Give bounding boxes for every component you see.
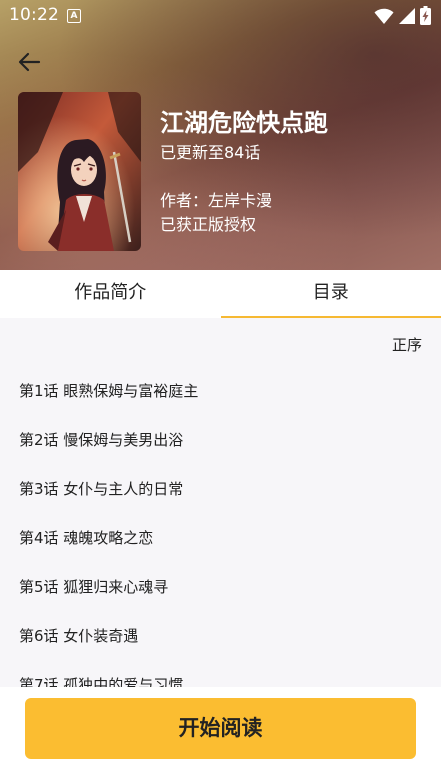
wifi-icon: [374, 8, 394, 24]
back-button[interactable]: [14, 46, 46, 78]
chapter-item[interactable]: 第7话 孤独中的爱与习惯: [0, 661, 441, 687]
cover-illustration: [18, 92, 141, 251]
tab-catalog[interactable]: 目录: [220, 270, 441, 318]
chapter-item[interactable]: 第2话 慢保姆与美男出浴: [0, 416, 441, 465]
chapter-item[interactable]: 第5话 狐狸归来心魂寻: [0, 563, 441, 612]
chapter-item[interactable]: 第3话 女仆与主人的日常: [0, 465, 441, 514]
comic-title: 江湖危险快点跑: [160, 109, 328, 137]
comic-info: 江湖危险快点跑 已更新至84话 作者：左岸卡漫 已获正版授权: [160, 106, 328, 236]
chapter-catalog: 正序 第1话 眼熟保姆与富裕庭主 第2话 慢保姆与美男出浴 第3话 女仆与主人的…: [0, 318, 441, 687]
chapter-list: 第1话 眼熟保姆与富裕庭主 第2话 慢保姆与美男出浴 第3话 女仆与主人的日常 …: [0, 367, 441, 687]
arrow-left-icon: [18, 52, 41, 72]
start-reading-button[interactable]: 开始阅读: [25, 698, 416, 759]
comic-detail-screen: 10:22 A 江湖危险快点跑 已更新至84话 作者：左岸卡漫 已获正版授权 作…: [0, 0, 441, 784]
chapter-item[interactable]: 第6话 女仆装奇遇: [0, 612, 441, 661]
status-time: 10:22: [9, 5, 59, 25]
author-label: 作者：左岸卡漫: [160, 191, 273, 210]
comic-cover[interactable]: [18, 92, 141, 251]
license-label: 已获正版授权: [160, 215, 257, 234]
chapter-item[interactable]: 第4话 魂魄攻略之恋: [0, 514, 441, 563]
battery-charging-icon: [420, 6, 431, 25]
status-icons: [374, 6, 431, 25]
bottom-bar: 开始阅读: [0, 687, 441, 784]
cellular-signal-icon: [399, 7, 415, 24]
tab-bar: 作品简介 目录: [0, 270, 441, 318]
sort-order-button[interactable]: 正序: [392, 334, 422, 355]
notification-a-icon: A: [67, 9, 81, 23]
update-status: 已更新至84话: [160, 143, 261, 162]
chapter-item[interactable]: 第1话 眼熟保姆与富裕庭主: [0, 367, 441, 416]
tab-intro[interactable]: 作品简介: [0, 270, 221, 318]
status-bar: 10:22 A: [0, 0, 441, 32]
